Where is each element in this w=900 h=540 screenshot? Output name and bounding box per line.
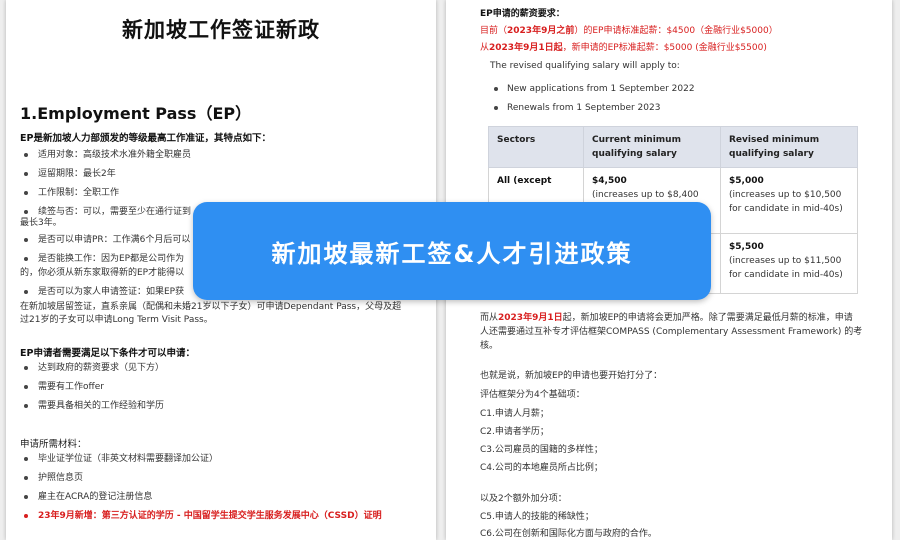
compass-line-2: 人还需要通过互补专才评估框架COMPASS (Complementary Ass… [480,327,863,337]
requirements-heading: EP申请者需要满足以下条件才可以申请： [20,348,195,359]
revised-salary-list: New applications from 1 September 2022 R… [494,80,695,118]
current-salary-line: 目前（2023年9月之前）的EP申请标准起薪：$4500（金融行业$5000） [480,23,778,36]
list-item: 需要具备相关的工作经验和学历 [24,397,164,416]
salary-value: $5,000 [729,176,764,186]
list-item: 适用对象：高级技术水准外籍全职雇员 [24,146,191,165]
table-cell: $5,500 (increases up to $11,500 for candi… [720,233,858,294]
highlighted-date: 2023年9月1日起 [489,43,563,53]
revised-salary-intro: The revised qualifying salary will apply… [490,61,680,71]
bonus-item: C5.申请人的技能的稀缺性； [480,512,594,522]
criteria-item: C1.申请人月薪； [480,409,549,419]
framework-heading: 评估框架分为4个基础项： [480,390,585,400]
documents-list: 毕业证学位证（非英文材料需要翻译加公证） 护照信息页 雇主在ACRA的登记注册信… [24,450,382,526]
highlighted-date: 2023年9月之前 [507,26,575,36]
list-item: 雇主在ACRA的登记注册信息 [24,488,382,507]
list-item: Renewals from 1 September 2023 [494,99,695,118]
bonus-heading: 以及2个额外加分项： [480,494,567,504]
list-item: 工作限制：全职工作 [24,184,191,203]
text-fragment: ）的EP申请标准起薪：$4500（金融行业$5000） [574,26,778,36]
salary-value: $4,500 [592,176,627,186]
table-header: Sectors [488,126,584,168]
criteria-item: C3.公司雇员的国籍的多样性； [480,445,603,455]
table-header: Revised minimum qualifying salary [720,126,858,168]
salary-heading: EP申请的薪资要求： [480,9,565,19]
feature-list-2: 是否可以申请PR：工作满6个月后可以 是否能换工作：因为EP都是公司作为 [24,231,190,269]
list-item: 护照信息页 [24,469,382,488]
new-salary-line: 从2023年9月1日起，新申请的EP标准起薪：$5000 (金融行业$5500) [480,40,767,53]
list-item: 逗留期限：最长2年 [24,165,191,184]
feature-continuation: 最长3年。 [20,218,62,228]
text-fragment: ，新申请的EP标准起薪：$5000 (金融行业$5500) [562,43,767,53]
sector-name: All (except [497,176,552,186]
banner-title: 新加坡最新工签&人才引进政策 [271,239,633,268]
compass-line-1: 而从2023年9月1日起，新加坡EP的申请将会更加严格。除了需要满足最低月薪的标… [480,310,853,323]
salary-note: (increases up to $11,500 for candidate i… [729,256,843,280]
text-fragment: 从 [480,43,490,53]
list-item: 是否可以申请PR：工作满6个月后可以 [24,231,190,250]
table-header: Current minimum qualifying salary [583,126,721,168]
ep-intro: EP是新加坡人力部颁发的等级最高工作准证，其特点如下： [20,133,271,144]
document-title: 新加坡工作签证新政 [122,18,320,42]
list-item: New applications from 1 September 2022 [494,80,695,99]
feature-continuation: 的，你必须从新东家取得新的EP才能得以 [20,268,185,278]
documents-heading: 申请所需材料： [20,439,87,450]
bonus-item: C6.公司在创新和国际化方面与政府的合作。 [480,529,657,539]
criteria-item: C4.公司的本地雇员所占比例； [480,463,603,473]
feature-list: 适用对象：高级技术水准外籍全职雇员 逗留期限：最长2年 工作限制：全职工作 续签… [24,146,191,222]
highlighted-date: 2023年9月1日 [498,313,563,323]
text-fragment: 而从 [480,313,499,323]
title-banner: 新加坡最新工签&人才引进政策 [193,202,711,300]
table-cell: $5,000 (increases up to $10,500 for candi… [720,167,858,234]
list-item-new-requirement: 23年9月新增：第三方认证的学历 - 中国留学生提交学生服务发展中心（CSSD）… [24,507,382,526]
family-continuation-2: 过21岁的子女可以申请Long Term Visit Pass。 [20,315,213,325]
salary-value: $5,500 [729,242,764,252]
compass-line-3: 核。 [480,341,499,351]
family-continuation-1: 在新加坡居留签证，直系亲属（配偶和未婚21岁以下子女）可申请Dependant … [20,302,402,312]
list-item: 需要有工作offer [24,378,164,397]
salary-note: (increases up to $10,500 for candidate i… [729,190,843,214]
table-header-row: Sectors Current minimum qualifying salar… [488,126,858,168]
score-line: 也就是说，新加坡EP的申请也要开始打分了： [480,371,663,381]
list-item: 达到政府的薪资要求（见下方） [24,359,164,378]
section-heading-ep: 1.Employment Pass（EP） [20,104,252,123]
requirements-list: 达到政府的薪资要求（见下方） 需要有工作offer 需要具备相关的工作经验和学历 [24,359,164,416]
text-fragment: 目前（ [480,26,508,36]
list-item: 毕业证学位证（非英文材料需要翻译加公证） [24,450,382,469]
criteria-item: C2.申请者学历； [480,427,549,437]
text-fragment: 起，新加坡EP的申请将会更加严格。除了需要满足最低月薪的标准，申请 [562,313,853,323]
